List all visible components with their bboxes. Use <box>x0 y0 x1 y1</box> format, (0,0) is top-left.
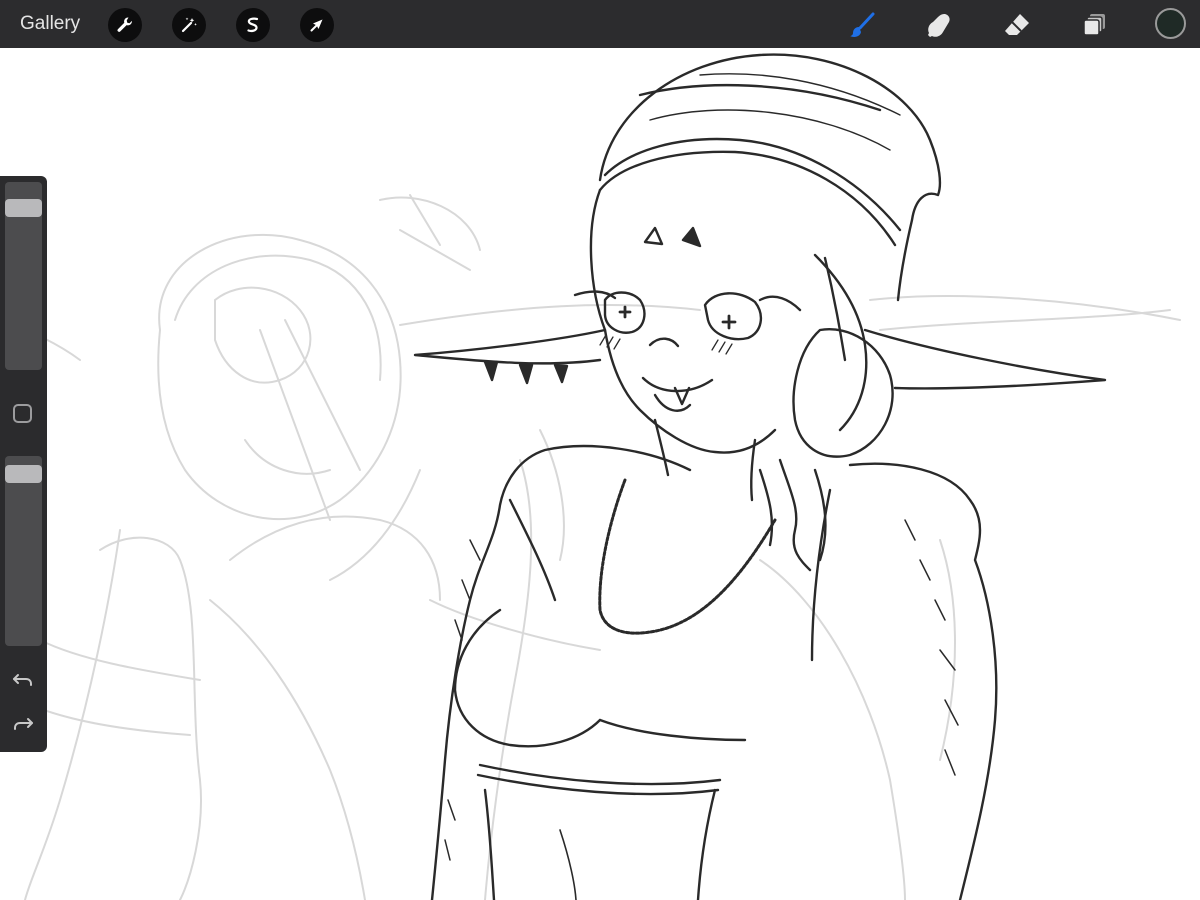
brush-tool-button[interactable] <box>845 8 879 42</box>
square-modify-icon[interactable] <box>13 404 32 423</box>
magic-wand-icon <box>181 17 197 33</box>
color-picker-button[interactable] <box>1155 8 1186 39</box>
gallery-button[interactable]: Gallery <box>20 12 80 36</box>
opacity-slider-thumb[interactable] <box>5 465 42 483</box>
layers-button[interactable] <box>1078 8 1112 42</box>
smudge-tool-button[interactable] <box>922 8 956 42</box>
eraser-tool-button[interactable] <box>1000 8 1034 42</box>
selection-s-icon <box>247 17 259 33</box>
adjustments-button[interactable] <box>172 8 206 42</box>
actions-button[interactable] <box>108 8 142 42</box>
layers-icon <box>1083 14 1105 36</box>
left-sidebar <box>0 176 47 752</box>
drawing-canvas[interactable] <box>0 48 1200 900</box>
brush-size-slider[interactable] <box>5 182 42 370</box>
arrow-cursor-icon <box>310 19 323 32</box>
smudge-finger-icon <box>928 14 950 37</box>
procreate-app: Gallery <box>0 0 1200 900</box>
opacity-slider[interactable] <box>5 456 42 646</box>
transform-button[interactable] <box>300 8 334 42</box>
top-toolbar: Gallery <box>0 0 1200 48</box>
line-art-layer <box>413 53 1107 900</box>
sketch-artwork <box>0 53 1181 900</box>
brush-size-slider-thumb[interactable] <box>5 199 42 217</box>
eraser-icon <box>1005 14 1029 35</box>
undo-icon[interactable] <box>10 666 36 692</box>
rough-sketch-layer <box>0 194 1181 900</box>
wrench-icon <box>117 17 132 32</box>
selection-button[interactable] <box>236 8 270 42</box>
brush-icon <box>850 12 875 37</box>
redo-icon[interactable] <box>10 710 36 736</box>
